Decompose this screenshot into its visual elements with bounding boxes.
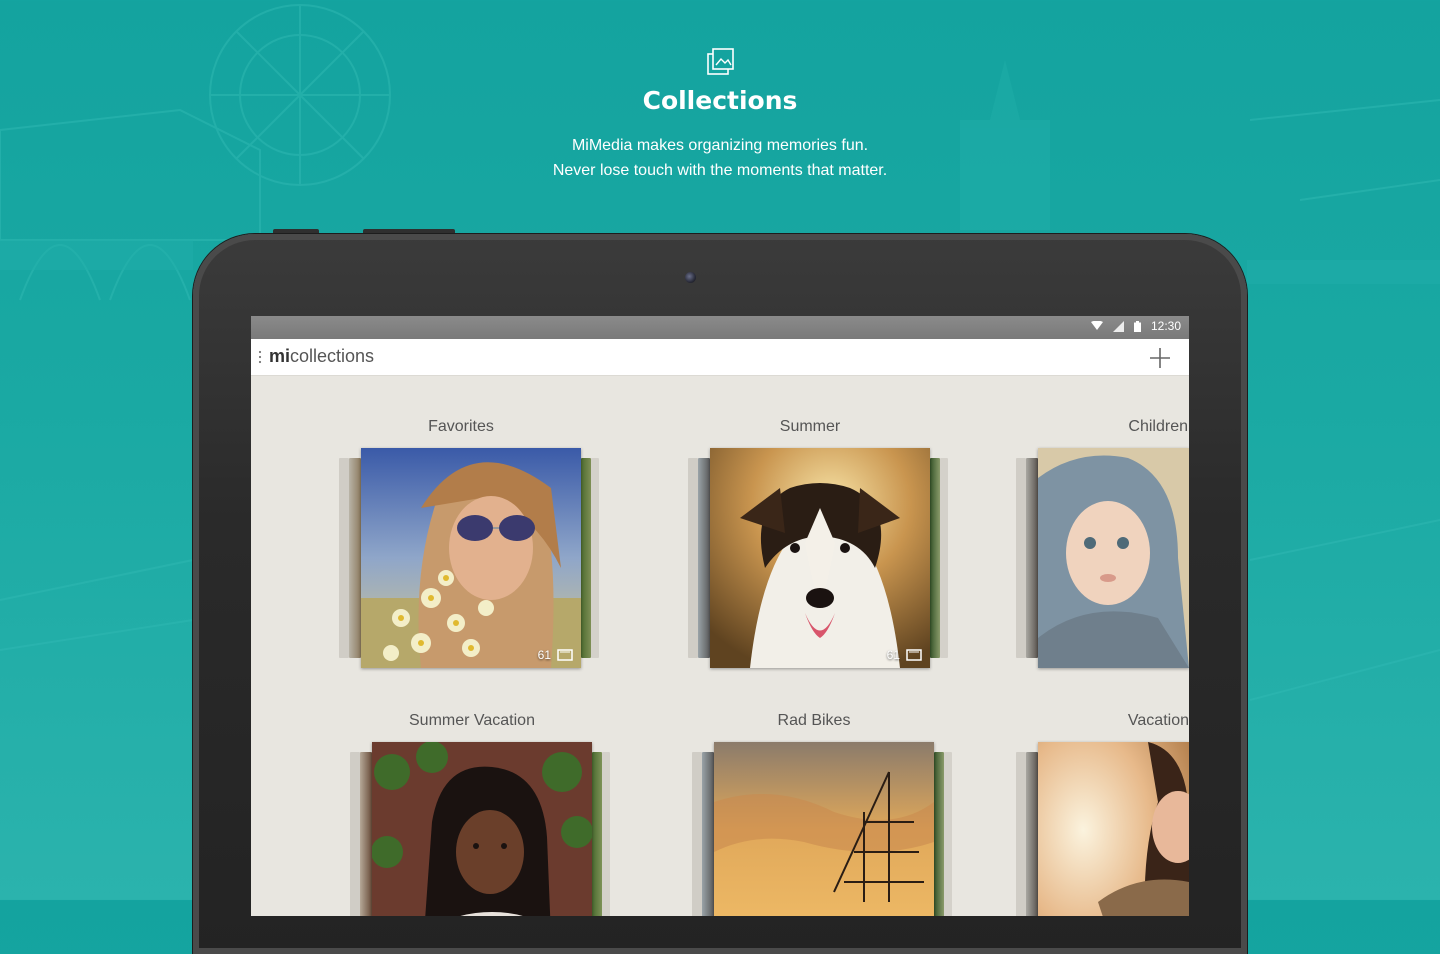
overflow-menu-icon[interactable] — [258, 349, 262, 365]
photo-count-value: 61 — [886, 648, 900, 662]
app-title: micollections — [269, 346, 374, 367]
hero-title: Collections — [642, 86, 798, 115]
collections-icon — [707, 48, 734, 75]
child-warm-light-photo — [1038, 742, 1189, 916]
collection-stack[interactable] — [1006, 742, 1189, 916]
photo-count: 61 — [538, 648, 573, 662]
collection-cover[interactable] — [714, 742, 934, 916]
status-bar: 12:30 — [251, 316, 1189, 339]
stack-page — [698, 458, 710, 658]
add-collection-button[interactable] — [1149, 347, 1171, 369]
stack-page — [940, 458, 948, 658]
battery-icon — [1133, 320, 1141, 332]
dog-sunset-photo — [710, 448, 930, 668]
stack-page — [944, 752, 952, 916]
collection-label: Rad Bikes — [777, 712, 851, 729]
collection-cover[interactable] — [372, 742, 592, 916]
collection-label: Vacation — [1127, 712, 1189, 729]
collection-stack[interactable] — [682, 742, 952, 916]
collection-label: Summer Vacation — [409, 712, 535, 729]
stack-page — [688, 458, 698, 658]
collection-label: Favorites — [428, 418, 494, 435]
status-icons: 12:30 — [1090, 319, 1181, 333]
collection-stack[interactable] — [340, 742, 610, 916]
stack-page — [602, 752, 610, 916]
collection-cover[interactable]: 61 — [710, 448, 930, 668]
collection-label: Summer — [779, 418, 841, 435]
hero-subtitle-line-1: MiMedia makes organizing memories fun. — [571, 137, 869, 154]
wifi-icon — [1090, 321, 1103, 330]
collection-stack[interactable]: 61 — [329, 448, 599, 668]
ship-sunset-photo — [714, 742, 934, 916]
stack-page — [692, 752, 702, 916]
collection-stack[interactable]: 61 — [678, 448, 948, 668]
stack-page — [702, 752, 714, 916]
stack-page — [934, 752, 944, 916]
app-title-rest: collections — [290, 346, 375, 366]
stack-page — [1026, 458, 1038, 658]
stack-page — [350, 752, 360, 916]
photo-stack-icon — [557, 649, 573, 661]
collection-cover[interactable] — [1038, 448, 1189, 668]
photo-stack-icon — [906, 649, 922, 661]
app-title-bold: mi — [269, 346, 291, 366]
cell-signal-icon — [1112, 320, 1124, 332]
collection-cover[interactable] — [1038, 742, 1189, 916]
baby-hood-photo — [1038, 448, 1189, 668]
stack-page — [360, 752, 372, 916]
stack-page — [1016, 458, 1026, 658]
collection-cover[interactable]: 61 — [361, 448, 581, 668]
stack-page — [349, 458, 361, 658]
collection-stack[interactable] — [1006, 448, 1189, 668]
hero-subtitle-line-2: Never lose touch with the moments that m… — [552, 162, 888, 179]
stack-page — [1016, 752, 1026, 916]
stack-page — [930, 458, 940, 658]
hero-subtitle: MiMedia makes organizing memories fun. N… — [0, 133, 1440, 183]
tablet-screen: 12:30 micollections Favorites 61 Summer … — [251, 316, 1189, 916]
collection-label: Children — [1128, 418, 1188, 435]
stack-page — [591, 458, 599, 658]
stack-page — [339, 458, 349, 658]
stack-page — [581, 458, 591, 658]
woman-sunglasses-flowers-photo — [361, 448, 581, 668]
photo-count-value: 61 — [537, 648, 551, 662]
tablet-camera — [685, 272, 696, 283]
stack-page — [1026, 752, 1038, 916]
status-time: 12:30 — [1150, 319, 1181, 333]
app-bar: micollections — [251, 339, 1189, 376]
photo-count: 61 — [887, 648, 922, 662]
girl-braids-photo — [372, 742, 592, 916]
stack-page — [592, 752, 602, 916]
